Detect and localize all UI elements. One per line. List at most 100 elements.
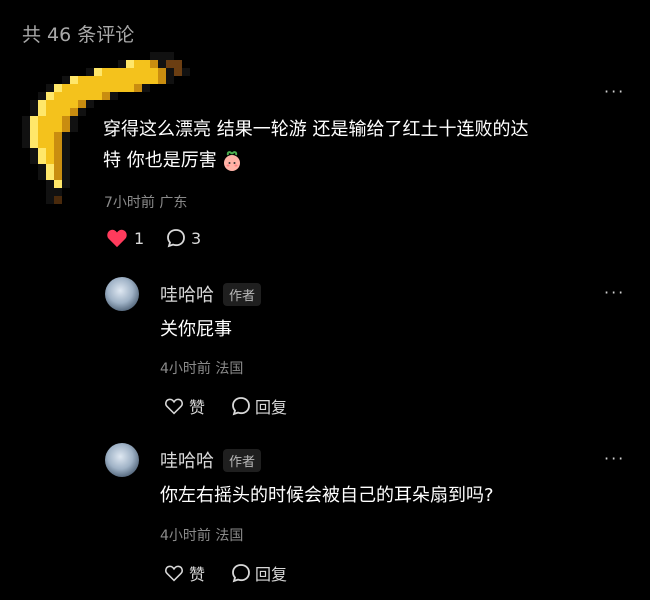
banana-pixel: [22, 140, 30, 148]
avatar[interactable]: [105, 277, 139, 311]
author-badge: 作者: [223, 448, 262, 472]
banana-pixel: [70, 108, 78, 116]
banana-pixel: [110, 76, 118, 84]
banana-pixel: [54, 124, 62, 132]
banana-pixel: [102, 84, 110, 92]
username[interactable]: 哇哈哈: [160, 281, 214, 307]
comment-meta: 7小时前 广东: [104, 195, 188, 211]
reply-count: 3: [191, 228, 202, 248]
reply-count-button[interactable]: 3: [166, 228, 201, 248]
more-options-button[interactable]: ···: [604, 449, 625, 468]
banana-pixel: [30, 132, 38, 140]
banana-pixel: [94, 92, 102, 100]
banana-pixel: [142, 84, 150, 92]
banana-pixel: [54, 140, 62, 148]
banana-pixel: [38, 92, 46, 100]
banana-pixel: [94, 84, 102, 92]
banana-pixel: [118, 60, 126, 68]
banana-pixel: [30, 100, 38, 108]
banana-pixel: [70, 84, 78, 92]
username[interactable]: 哇哈哈: [160, 447, 214, 473]
banana-pixel: [38, 132, 46, 140]
banana-pixel: [30, 156, 38, 164]
banana-pixel: [46, 108, 54, 116]
banana-pixel: [46, 124, 54, 132]
avatar[interactable]: [105, 443, 139, 477]
comment-bubble-icon: [232, 564, 250, 583]
banana-pixel: [62, 108, 70, 116]
banana-pixel: [38, 116, 46, 124]
like-label: 赞: [189, 565, 206, 584]
comment-text-line: 特 你也是厉害: [103, 145, 623, 176]
banana-pixel: [54, 156, 62, 164]
banana-pixel: [54, 148, 62, 156]
banana-pixel: [38, 156, 46, 164]
banana-pixel: [86, 68, 94, 76]
banana-pixel: [54, 92, 62, 100]
banana-pixel: [30, 148, 38, 156]
banana-pixel: [54, 188, 62, 196]
banana-pixel: [62, 156, 70, 164]
reply-label: 回复: [255, 398, 288, 417]
banana-pixel: [94, 68, 102, 76]
banana-pixel: [54, 164, 62, 172]
reply-meta: 4小时前 法国: [160, 361, 244, 377]
like-button[interactable]: 赞: [164, 394, 205, 418]
banana-pixel: [158, 76, 166, 84]
banana-pixel: [62, 100, 70, 108]
banana-pixel: [46, 132, 54, 140]
banana-pixel: [118, 68, 126, 76]
banana-pixel: [70, 100, 78, 108]
comment-bubble-icon: [232, 397, 250, 416]
reply-meta: 4小时前 法国: [160, 528, 244, 544]
banana-pixel: [46, 84, 54, 92]
banana-pixel: [126, 60, 134, 68]
banana-pixel: [54, 196, 62, 204]
banana-pixel: [46, 156, 54, 164]
banana-pixel: [38, 164, 46, 172]
banana-pixel: [38, 108, 46, 116]
banana-pixel: [22, 132, 30, 140]
more-options-button[interactable]: ···: [604, 283, 625, 302]
banana-pixel: [38, 100, 46, 108]
like-button[interactable]: 赞: [164, 561, 205, 585]
reply-button[interactable]: 回复: [231, 394, 287, 418]
banana-pixel: [78, 108, 86, 116]
banana-pixel: [110, 92, 118, 100]
banana-pixel: [62, 116, 70, 124]
comment-text: 穿得这么漂亮 结果一轮游 还是输给了红土十连败的达 特 你也是厉害: [103, 114, 623, 176]
banana-pixel: [142, 68, 150, 76]
banana-pixel: [22, 124, 30, 132]
banana-pixel: [102, 76, 110, 84]
banana-pixel: [46, 100, 54, 108]
banana-pixel: [110, 68, 118, 76]
reply-text: 关你屁事: [160, 319, 232, 340]
banana-pixel: [38, 148, 46, 156]
banana-pixel: [102, 68, 110, 76]
banana-pixel: [150, 68, 158, 76]
reply-button[interactable]: 回复: [231, 561, 287, 585]
banana-pixel: [46, 196, 54, 204]
banana-pixel: [150, 52, 158, 60]
heart-outline-icon: [165, 565, 183, 582]
banana-pixel: [78, 84, 86, 92]
banana-pixel: [46, 188, 54, 196]
like-button[interactable]: 1: [106, 228, 144, 248]
banana-pixel: [150, 60, 158, 68]
reply-text: 你左右摇头的时候会被自己的耳朵扇到吗?: [160, 485, 494, 506]
banana-pixel: [30, 140, 38, 148]
banana-pixel: [158, 68, 166, 76]
banana-pixel: [30, 124, 38, 132]
comment-text-line: 穿得这么漂亮 结果一轮游 还是输给了红土十连败的达: [103, 119, 529, 140]
banana-pixel: [46, 116, 54, 124]
banana-pixel: [118, 84, 126, 92]
banana-pixel: [134, 68, 142, 76]
banana-pixel: [30, 108, 38, 116]
banana-pixel: [182, 68, 190, 76]
comment-text-line2: 特 你也是厉害: [103, 150, 217, 171]
banana-pixel: [174, 68, 182, 76]
banana-pixel: [78, 100, 86, 108]
banana-pixel: [62, 172, 70, 180]
banana-pixel: [46, 148, 54, 156]
more-options-button[interactable]: ···: [604, 82, 625, 101]
